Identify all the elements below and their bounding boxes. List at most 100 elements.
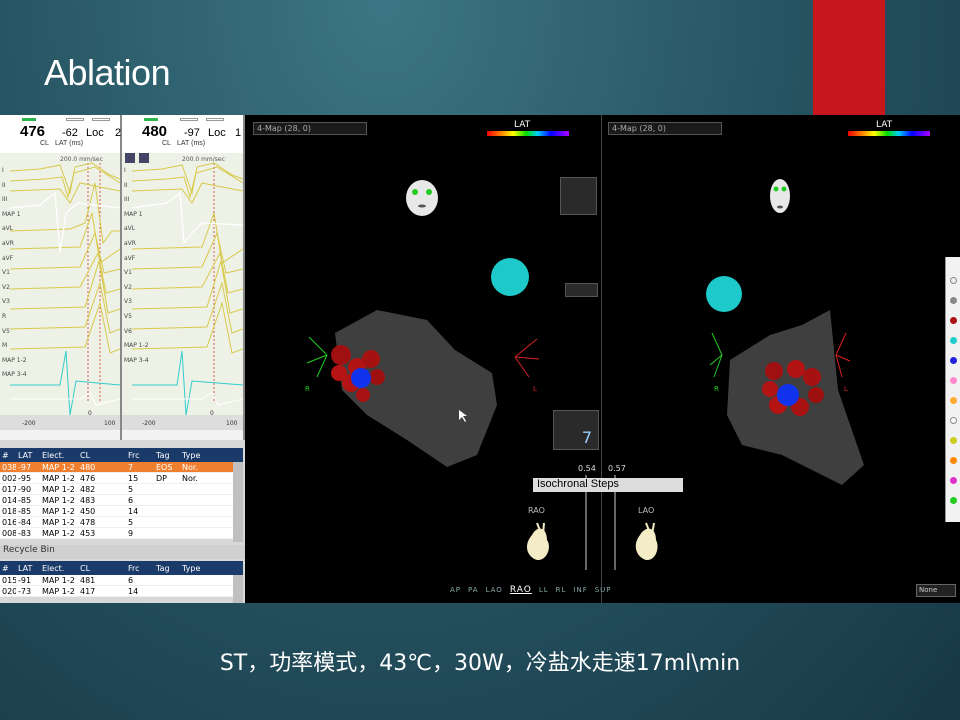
axis-tick: 100	[226, 420, 238, 427]
table-row[interactable]: 002 -95 MAP 1-2 476 15 DP Nor.	[0, 473, 243, 484]
egm-column-2: 480 -97 Loc 1 CL LAT (ms) 200.0 mm/sec -…	[122, 115, 245, 440]
lead-label: V5	[2, 327, 10, 335]
catheter-tool[interactable]: 7	[553, 410, 599, 450]
table-cell: 020	[2, 586, 16, 596]
view-tool-panel[interactable]	[560, 177, 597, 215]
column-header[interactable]: Type	[180, 564, 208, 573]
decorative-red-bar	[813, 0, 885, 115]
projection-button[interactable]: SUP	[595, 586, 612, 594]
lead-label: M	[2, 342, 8, 350]
column-header[interactable]: #	[0, 564, 16, 573]
column-header[interactable]: Elect.	[40, 451, 78, 460]
axis-gizmo-right	[514, 338, 540, 378]
reference-sphere	[706, 276, 742, 312]
lead-label: aVR	[124, 240, 136, 247]
projection-button[interactable]: RAO	[510, 585, 532, 595]
cl-label: CL	[40, 140, 49, 147]
loc-value: 2	[115, 127, 122, 139]
table-cell: 002	[2, 473, 16, 483]
column-header[interactable]: LAT	[16, 451, 40, 460]
catheter-tip	[351, 368, 371, 388]
table-cell: 14	[128, 586, 139, 596]
recycle-table-header: # LAT Elect. CL Frc Tag Type	[0, 561, 243, 575]
tool-icon[interactable]	[139, 153, 149, 163]
projection-button[interactable]: LL	[539, 586, 549, 594]
column-header[interactable]: Elect.	[40, 564, 78, 573]
tool-icon[interactable]	[125, 153, 135, 163]
lead-label: MAP 1	[2, 210, 21, 218]
axis-gizmo-left	[709, 332, 723, 378]
lead-label: V3	[2, 298, 10, 306]
projection-button[interactable]: AP	[450, 586, 461, 594]
projection-label: LAO	[638, 506, 655, 515]
table-cell: 015	[2, 575, 16, 585]
none-select[interactable]: None	[916, 584, 956, 597]
recycle-scrollbar[interactable]	[233, 575, 243, 603]
column-header[interactable]: Tag	[154, 451, 180, 460]
column-header[interactable]: Frc	[126, 564, 154, 573]
table-cell: EOS	[156, 462, 173, 472]
cl-value: 476	[20, 123, 46, 140]
lead-label: II	[124, 181, 128, 189]
table-cell: 016	[2, 517, 16, 527]
table-cell: 008	[2, 528, 16, 538]
cl-value: 480	[142, 123, 168, 140]
table-row[interactable]: 020 -73 MAP 1-2 417 14	[0, 586, 243, 597]
axis-r-label: R	[714, 385, 719, 393]
lead-label: MAP 1-2	[2, 356, 27, 364]
gray-indicator	[180, 118, 198, 121]
column-header[interactable]: Frc	[126, 451, 154, 460]
table-row[interactable]: 016 -84 MAP 1-2 478 5	[0, 517, 243, 528]
lead-label: MAP 1	[124, 210, 143, 218]
projection-button[interactable]: LAO	[486, 586, 503, 594]
table-cell: 6	[128, 495, 134, 505]
table-cell: 483	[80, 495, 96, 505]
column-header[interactable]: #	[0, 451, 16, 460]
column-header[interactable]: CL	[78, 451, 126, 460]
column-header[interactable]: Tag	[154, 564, 180, 573]
table-row[interactable]: 015 -91 MAP 1-2 481 6	[0, 575, 243, 586]
table-cell: 5	[128, 484, 134, 494]
projection-button[interactable]: PA	[468, 586, 479, 594]
table-row[interactable]: 008 -83 MAP 1-2 453 9	[0, 528, 243, 539]
table-row[interactable]: 017 -90 MAP 1-2 482 5	[0, 484, 243, 495]
gray-indicator	[92, 118, 110, 121]
lead-label: aVF	[124, 254, 136, 262]
color-palette-panel[interactable]	[945, 257, 960, 522]
egm-waveform-1: 200.0 mm/sec -200 0 100	[0, 153, 121, 430]
table-cell: 9	[128, 528, 134, 538]
projection-button[interactable]: INF	[573, 586, 587, 594]
points-tool[interactable]	[565, 283, 598, 297]
map-view-rao[interactable]: 4-Map (28, 0) LAT R L 7 0.54 RAO	[247, 115, 599, 603]
lead-label: III	[124, 196, 130, 204]
points-scrollbar[interactable]	[233, 462, 243, 542]
table-cell: -84	[18, 517, 32, 527]
column-header[interactable]: CL	[78, 564, 126, 573]
lead-label: V1	[124, 269, 132, 277]
map-view-lao[interactable]: 4-Map (28, 0) LAT R L 0.57 LAO	[601, 115, 960, 603]
axis-tick: -200	[142, 420, 156, 427]
opacity-value: 0.57	[608, 464, 626, 473]
lead-label: V3	[124, 298, 132, 306]
lead-label: II	[2, 181, 6, 189]
tool-value: 7	[581, 428, 592, 447]
anatomy-render-lao: R L	[635, 179, 864, 561]
head-orientation-icon	[406, 180, 438, 216]
table-cell: 482	[80, 484, 96, 494]
table-row[interactable]: 038 -97 MAP 1-2 480 7 EOS Nor.	[0, 462, 243, 473]
table-cell: -85	[18, 506, 32, 516]
points-table-header: # LAT Elect. CL Frc Tag Type	[0, 448, 243, 462]
table-row[interactable]: 014 -85 MAP 1-2 483 6	[0, 495, 243, 506]
table-row[interactable]: 018 -85 MAP 1-2 450 14	[0, 506, 243, 517]
column-header[interactable]: Type	[180, 451, 208, 460]
lat-label: LAT (ms)	[177, 140, 206, 147]
table-cell: 417	[80, 586, 96, 596]
isochronal-steps-panel[interactable]: Isochronal Steps	[533, 478, 683, 492]
column-header[interactable]: LAT	[16, 564, 40, 573]
slide-caption: ST，功率模式，43℃，30W，冷盐水走速17ml\min	[219, 651, 741, 676]
lead-label: V2	[124, 283, 132, 291]
axis-tick: 100	[104, 420, 116, 427]
table-cell: MAP 1-2	[42, 484, 75, 494]
green-indicator	[22, 118, 36, 121]
projection-button[interactable]: RL	[556, 586, 567, 594]
